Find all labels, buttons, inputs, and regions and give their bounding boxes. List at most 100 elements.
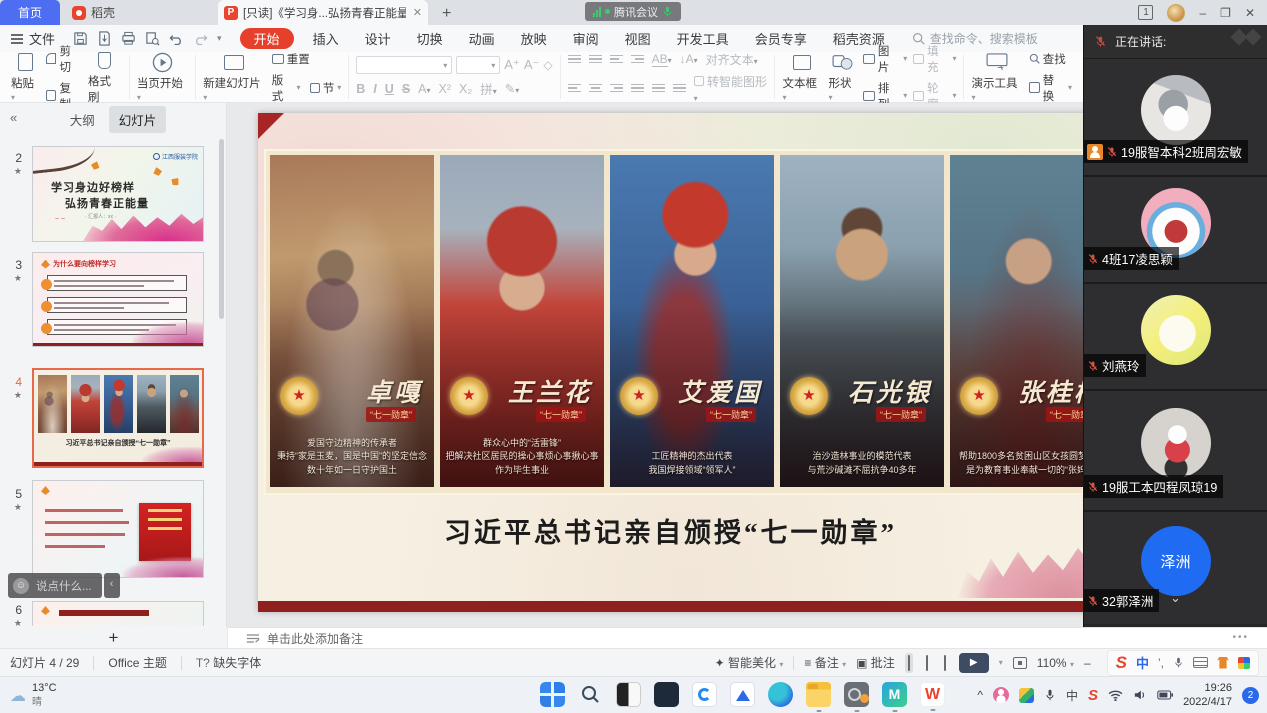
slide-thumbnail-2[interactable]: 江西服装学院 学习身边好榜样弘扬青春正能量 · 汇报人：xx · ~ ~ (32, 146, 204, 242)
tray-contact-icon[interactable] (993, 687, 1009, 703)
increase-indent-button[interactable] (631, 55, 644, 63)
text-orientation-button[interactable]: ↓A▾ (680, 52, 698, 66)
add-slide-button[interactable]: + (0, 627, 227, 648)
layout-button[interactable]: 版式▾ (272, 72, 301, 104)
ime-language-toggle[interactable]: 中 (1136, 653, 1149, 672)
file-explorer-icon[interactable] (806, 682, 831, 707)
textbox-button[interactable]: 文本框 ▾ (782, 51, 822, 103)
account-avatar[interactable] (1167, 4, 1185, 22)
ribbon-tab-design[interactable]: 设计 (352, 29, 404, 48)
slide-sorter-view-button[interactable] (923, 653, 931, 673)
tray-ime-indicator[interactable]: 中 (1066, 687, 1078, 704)
taskbar-weather-widget[interactable]: ☁ 13°C晴 (10, 682, 57, 710)
missing-font-warning[interactable]: T? 缺失字体 (196, 654, 261, 671)
sogou-icon[interactable]: S (1116, 653, 1127, 673)
slide-thumbnail-4-selected[interactable]: 习近平总书记亲自颁授“七一勋章” (32, 368, 204, 468)
zoom-level[interactable]: 110% ▾ (1037, 656, 1074, 670)
ribbon-tab-insert[interactable]: 插入 (300, 29, 352, 48)
new-slide-button[interactable]: 新建幻灯片 ▾ (203, 51, 266, 103)
minimize-button[interactable]: – (1199, 6, 1206, 20)
align-text-button[interactable]: 对齐文本▾ (706, 51, 758, 68)
ribbon-tab-review[interactable]: 审阅 (560, 29, 612, 48)
maximize-button[interactable]: ❐ (1220, 6, 1231, 20)
normal-view-button[interactable] (905, 653, 913, 673)
emoji-icon[interactable]: ☺ (13, 578, 29, 594)
split-window-icon[interactable]: 1 (1138, 5, 1153, 20)
collapse-panel-icon[interactable]: « (10, 110, 17, 125)
slideshow-play-button[interactable]: ▶ (959, 653, 989, 673)
tray-photos-icon[interactable] (1019, 688, 1034, 703)
portrait-zhuoga[interactable]: 卓嘎 “七一勋章” 爱国守边精神的传承者秉持“家是玉麦，国是中国”的坚定信念数十… (270, 155, 434, 487)
tray-mic-icon[interactable] (1044, 688, 1056, 702)
app-icon-dark[interactable] (654, 682, 679, 707)
chat-collapse-icon[interactable]: ‹ (104, 573, 120, 598)
portrait-shiguangyin[interactable]: 石光银 “七一勋章” 治沙造林事业的模范代表与荒沙碱滩不屈抗争40多年 (780, 155, 944, 487)
tray-expand-chevron[interactable]: ^ (977, 688, 983, 702)
tab-docer[interactable]: 稻壳 (60, 0, 152, 25)
redo-icon[interactable] (193, 32, 208, 45)
tab-slides[interactable]: 幻灯片 (109, 106, 167, 133)
find-button[interactable]: 查找 (1029, 51, 1072, 67)
notes-bar[interactable]: 单击此处添加备注 ••• (228, 627, 1267, 648)
to-smartart-button[interactable]: 转智能图形▾ (694, 73, 768, 104)
portrait-zhangguimei[interactable]: 张桂梅 “七一勋章” 帮助1800多名贫困山区女孩圆梦大学是为教育事业奉献一切的… (950, 155, 1083, 487)
align-left-button[interactable] (568, 84, 581, 92)
picture-button[interactable]: 图片▾ (863, 43, 907, 75)
ribbon-tab-start-active[interactable]: 开始 (240, 28, 294, 49)
distribute-button[interactable] (652, 84, 665, 92)
ime-punctuation-toggle[interactable]: ’, (1158, 656, 1164, 670)
tab-outline[interactable]: 大纲 (60, 106, 105, 133)
font-size-select[interactable]: ▾ (456, 56, 500, 74)
participant-tile[interactable]: 19服工本四程凤琼19 (1084, 391, 1267, 512)
align-center-button[interactable] (589, 84, 602, 92)
slide-thumbnail-3[interactable]: 为什么要向榜样学习 (32, 252, 204, 347)
app-icon-settings[interactable] (844, 682, 869, 707)
app-icon-notes[interactable] (616, 682, 641, 707)
edge-browser-icon[interactable] (768, 682, 793, 707)
underline-button[interactable]: U (385, 82, 394, 96)
portrait-wanglanhua[interactable]: 王兰花 “七一勋章” 群众心中的“活雷锋”把解决社区居民的操心事烦心事揪心事作为… (440, 155, 604, 487)
new-tab-button[interactable]: + (442, 5, 451, 25)
tab-document[interactable]: P [只读]《学习身...弘扬青春正能量》 ✕ (218, 0, 428, 25)
start-button[interactable] (540, 682, 565, 707)
ribbon-tab-slideshow[interactable]: 放映 (508, 29, 560, 48)
print-preview-icon[interactable] (145, 31, 160, 46)
ime-mic-icon[interactable] (1173, 656, 1184, 669)
format-painter-button[interactable]: 格式刷 (88, 49, 122, 105)
collapse-list-chevron-icon[interactable]: ⌄ (1170, 590, 1181, 606)
replace-button[interactable]: 替换▾ (1029, 72, 1072, 104)
notification-badge[interactable]: 2 (1242, 687, 1259, 704)
font-color-button[interactable]: A▾ (418, 82, 430, 96)
presentation-tools-button[interactable]: 演示工具 ▾ (971, 51, 1022, 103)
ribbon-tab-transition[interactable]: 切换 (404, 29, 456, 48)
tray-sogou-icon[interactable]: S (1088, 687, 1098, 704)
taskbar-clock[interactable]: 19:262022/4/17 (1183, 681, 1232, 710)
justify-button[interactable] (631, 84, 644, 92)
taskbar-search-button[interactable] (578, 682, 603, 707)
participant-tile[interactable]: 泽洲 ⌄ 32郭泽洲 (1084, 512, 1267, 624)
cut-button[interactable]: 剪切 (46, 43, 82, 75)
participant-tile[interactable]: 19服智本科2班周宏敏 (1084, 59, 1267, 177)
ime-toolbox-icon[interactable] (1238, 657, 1250, 669)
clear-format-button[interactable]: ◇ (543, 58, 552, 72)
fit-slide-icon[interactable] (1013, 657, 1027, 669)
close-button[interactable]: ✕ (1245, 6, 1255, 20)
ribbon-tab-devtools[interactable]: 开发工具 (664, 29, 742, 48)
zoom-out-button[interactable]: – (1084, 656, 1091, 670)
subscript-button[interactable]: X₂ (459, 82, 472, 96)
speaker-icon[interactable] (1133, 689, 1147, 701)
strikethrough-button[interactable]: S (402, 82, 410, 96)
wifi-icon[interactable] (1108, 689, 1123, 701)
pinyin-guide-button[interactable]: 拼▾ (480, 79, 497, 98)
bullets-button[interactable] (568, 55, 581, 63)
tab-close-icon[interactable]: ✕ (413, 6, 422, 19)
app-icon-mail[interactable] (730, 682, 755, 707)
ime-skin-icon[interactable] (1217, 657, 1229, 669)
participant-tile[interactable]: 刘燕玲 (1084, 284, 1267, 391)
quick-access-caret-icon[interactable]: ▾ (217, 33, 222, 44)
tencent-meeting-pill[interactable]: 腾讯会议 (585, 2, 681, 21)
wps-app-icon[interactable]: W (920, 682, 945, 707)
export-pdf-icon[interactable] (97, 31, 112, 46)
ime-keyboard-icon[interactable] (1193, 657, 1208, 668)
fill-button[interactable]: 填充▾ (913, 43, 956, 75)
